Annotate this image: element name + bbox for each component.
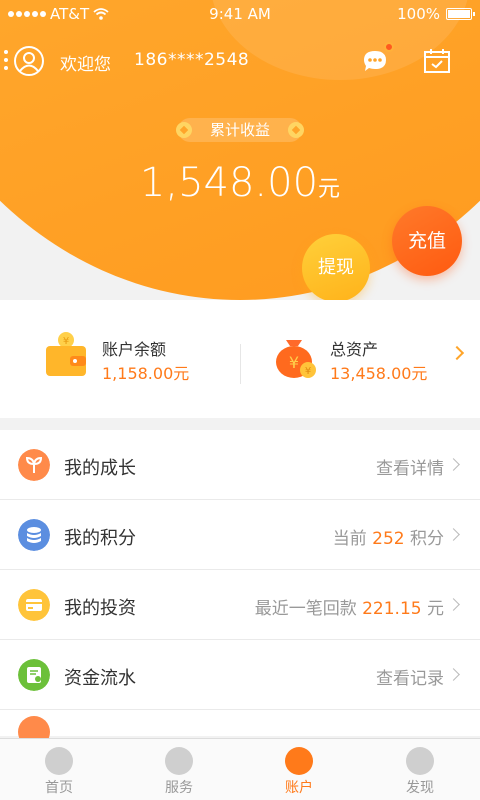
message-button[interactable] xyxy=(360,42,394,76)
checkin-button[interactable] xyxy=(422,46,452,76)
tab-home[interactable]: 首页 xyxy=(19,747,99,797)
svg-text:¥: ¥ xyxy=(289,353,299,372)
points-label: 我的积分 xyxy=(64,528,136,549)
chevron-right-icon xyxy=(447,668,460,681)
svg-text:¥: ¥ xyxy=(305,366,311,377)
growth-detail-link: 查看详情 xyxy=(376,459,444,479)
top-bar: 欢迎您 186****2548 xyxy=(0,40,480,84)
battery-icon xyxy=(446,8,475,20)
phone-number: 186****2548 xyxy=(134,50,250,70)
divider xyxy=(240,344,241,384)
welcome-text: 欢迎您 xyxy=(60,55,111,75)
points-value: 252 xyxy=(372,529,405,549)
svg-text:¥: ¥ xyxy=(63,336,69,347)
asset-summary: ¥ 账户余额 1,158.00元 ¥ ¥ 总资产 13,458.00元 xyxy=(0,300,480,418)
amount-unit: 元 xyxy=(318,177,341,202)
investment-summary: 最近一笔回款 221.15 元 xyxy=(254,599,444,619)
diamond-icon xyxy=(176,122,192,138)
sprout-icon xyxy=(18,449,50,481)
bottom-tab-bar: 首页 服务 账户 发现 xyxy=(0,738,480,800)
fund-flow-label: 资金流水 xyxy=(64,668,136,689)
diamond-icon xyxy=(288,122,304,138)
fund-flow-records-link: 查看记录 xyxy=(376,669,444,689)
chevron-right-icon xyxy=(447,528,460,541)
notification-dot xyxy=(384,42,394,52)
account-icon xyxy=(285,747,313,775)
battery-percent: 100% xyxy=(397,5,440,23)
wallet-icon: ¥ xyxy=(46,332,86,376)
chevron-right-icon[interactable] xyxy=(449,345,465,361)
list-item-investment[interactable]: 我的投资 最近一笔回款 221.15 元 xyxy=(0,570,480,640)
calendar-check-icon xyxy=(424,49,450,73)
tab-account[interactable]: 账户 xyxy=(259,747,339,797)
chevron-right-icon xyxy=(447,598,460,611)
ledger-icon xyxy=(18,659,50,691)
menu-dots-icon[interactable] xyxy=(4,50,8,74)
balance-label: 账户余额 xyxy=(102,340,167,359)
investment-label: 我的投资 xyxy=(64,598,136,619)
card-icon xyxy=(18,589,50,621)
total-assets-label: 总资产 xyxy=(330,340,379,359)
service-icon xyxy=(165,747,193,775)
list-item-growth[interactable]: 我的成长 查看详情 xyxy=(0,430,480,500)
repayment-value: 221.15 xyxy=(362,599,422,619)
earnings-label: 累计收益 xyxy=(176,118,304,142)
coins-stack-icon xyxy=(18,519,50,551)
tab-discover[interactable]: 发现 xyxy=(380,747,460,797)
earnings-amount: 1,548.00元 xyxy=(139,160,341,206)
points-summary: 当前 252 积分 xyxy=(332,529,444,549)
discover-icon xyxy=(406,747,434,775)
chevron-right-icon xyxy=(447,458,460,471)
withdraw-button[interactable]: 提现 xyxy=(302,234,370,302)
account-menu-list: 我的成长 查看详情 我的积分 当前 252 积分 我的投资 最近一笔回款 221… xyxy=(0,430,480,748)
money-bag-icon: ¥ ¥ xyxy=(276,340,316,378)
list-item-points[interactable]: 我的积分 当前 252 积分 xyxy=(0,500,480,570)
recharge-button[interactable]: 充值 xyxy=(392,206,462,276)
total-assets-value: 13,458.00元 xyxy=(330,364,428,383)
growth-label: 我的成长 xyxy=(64,458,136,479)
home-icon xyxy=(45,747,73,775)
tab-service[interactable]: 服务 xyxy=(139,747,219,797)
list-item-partial[interactable] xyxy=(0,710,480,748)
avatar[interactable] xyxy=(14,46,44,76)
user-icon xyxy=(19,52,39,72)
balance-value: 1,158.00元 xyxy=(102,364,190,383)
status-bar: AT&T 9:41 AM 100% xyxy=(0,0,480,28)
list-item-fund-flow[interactable]: 资金流水 查看记录 xyxy=(0,640,480,710)
